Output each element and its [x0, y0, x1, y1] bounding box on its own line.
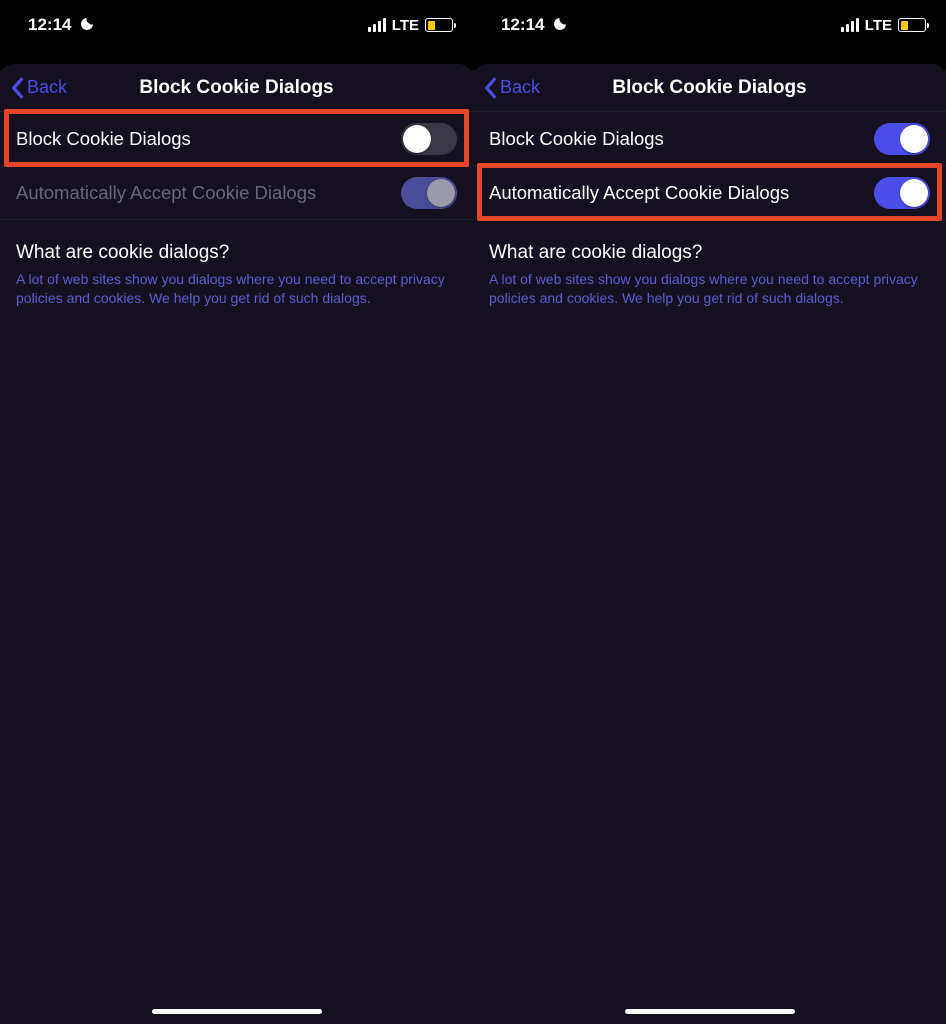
- phone-screen-left: 12:14 LTE Back Block Cookie Dialogs: [0, 0, 473, 1024]
- chevron-left-icon: [10, 77, 24, 99]
- navigation-bar: Back Block Cookie Dialogs: [473, 64, 946, 112]
- setting-label: Block Cookie Dialogs: [489, 128, 664, 150]
- phone-screen-right: 12:14 LTE Back Block Cookie Dialogs: [473, 0, 946, 1024]
- cellular-signal-icon: [841, 18, 859, 32]
- status-time: 12:14: [501, 15, 544, 35]
- toggle-auto-accept[interactable]: [874, 177, 930, 209]
- setting-row-block-cookie-dialogs: Block Cookie Dialogs: [0, 112, 473, 166]
- toggle-block-cookie-dialogs[interactable]: [401, 123, 457, 155]
- toggle-block-cookie-dialogs[interactable]: [874, 123, 930, 155]
- network-label: LTE: [865, 17, 892, 34]
- status-time: 12:14: [28, 15, 71, 35]
- setting-row-auto-accept: Automatically Accept Cookie Dialogs: [473, 166, 946, 220]
- network-label: LTE: [392, 17, 419, 34]
- info-title: What are cookie dialogs?: [16, 242, 457, 264]
- setting-label: Automatically Accept Cookie Dialogs: [16, 182, 316, 204]
- back-button[interactable]: Back: [10, 77, 67, 99]
- chevron-left-icon: [483, 77, 497, 99]
- setting-label: Automatically Accept Cookie Dialogs: [489, 182, 789, 204]
- setting-label: Block Cookie Dialogs: [16, 128, 191, 150]
- do-not-disturb-icon: [552, 16, 568, 35]
- info-section: What are cookie dialogs? A lot of web si…: [0, 220, 473, 308]
- home-indicator[interactable]: [152, 1009, 322, 1014]
- cellular-signal-icon: [368, 18, 386, 32]
- back-label: Back: [500, 77, 540, 98]
- home-indicator[interactable]: [625, 1009, 795, 1014]
- setting-row-auto-accept: Automatically Accept Cookie Dialogs: [0, 166, 473, 220]
- status-bar: 12:14 LTE: [0, 0, 473, 50]
- do-not-disturb-icon: [79, 16, 95, 35]
- back-button[interactable]: Back: [483, 77, 540, 99]
- battery-icon: [898, 18, 926, 32]
- status-bar: 12:14 LTE: [473, 0, 946, 50]
- info-title: What are cookie dialogs?: [489, 242, 930, 264]
- page-title: Block Cookie Dialogs: [0, 77, 473, 99]
- page-title: Block Cookie Dialogs: [473, 77, 946, 99]
- toggle-auto-accept[interactable]: [401, 177, 457, 209]
- navigation-bar: Back Block Cookie Dialogs: [0, 64, 473, 112]
- info-text: A lot of web sites show you dialogs wher…: [16, 270, 457, 308]
- back-label: Back: [27, 77, 67, 98]
- info-text: A lot of web sites show you dialogs wher…: [489, 270, 930, 308]
- setting-row-block-cookie-dialogs: Block Cookie Dialogs: [473, 112, 946, 166]
- info-section: What are cookie dialogs? A lot of web si…: [473, 220, 946, 308]
- battery-icon: [425, 18, 453, 32]
